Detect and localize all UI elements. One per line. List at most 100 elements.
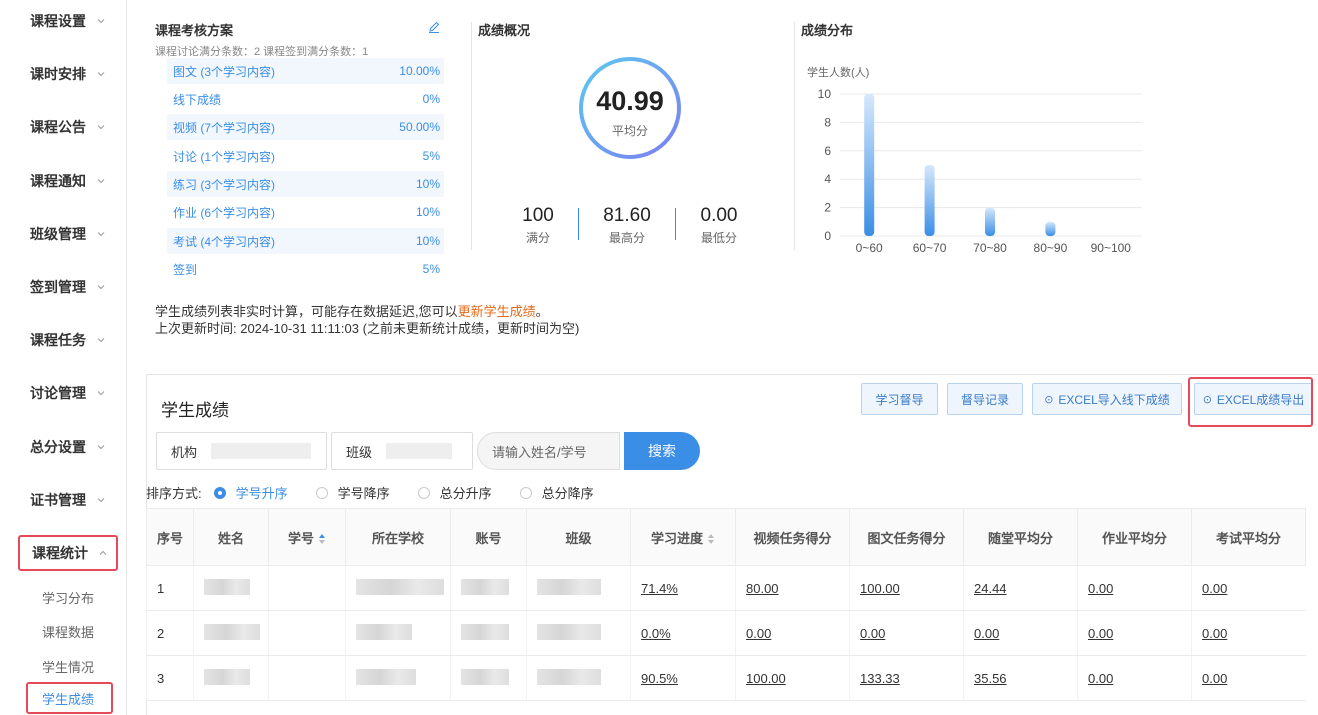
distribution-title: 成绩分布 bbox=[801, 23, 854, 38]
grades-table: 序号 姓名 学号 所在学校 账号 班级 学习进度 视频任务得分 图文任务得分 随… bbox=[146, 508, 1306, 701]
plan-row: 视频 (7个学习内容) 50.00% bbox=[167, 114, 444, 140]
y-tick-label: 6 bbox=[824, 144, 831, 158]
sort-total-desc-radio[interactable]: 总分降序 bbox=[519, 483, 594, 502]
text-score-link[interactable]: 100.00 bbox=[860, 581, 900, 596]
sidebar-sub-student-status[interactable]: 学生情况 bbox=[42, 657, 94, 676]
video-score-link[interactable]: 80.00 bbox=[746, 581, 779, 596]
masked-school bbox=[356, 623, 412, 640]
column-header-progress[interactable]: 学习进度 bbox=[630, 508, 736, 566]
sidebar-item-total-score[interactable]: 总分设置 bbox=[18, 431, 118, 463]
x-tick-label: 0~60 bbox=[856, 241, 883, 255]
x-tick-label: 70~80 bbox=[973, 241, 1007, 255]
sidebar-item-tasks[interactable]: 课程任务 bbox=[18, 324, 118, 356]
column-header: 姓名 bbox=[193, 508, 269, 566]
sort-label: 排序方式: bbox=[146, 486, 202, 501]
grades-title: 学生成绩 bbox=[161, 401, 229, 420]
plan-note: 课程讨论满分条数：2 课程签到满分条数：1 bbox=[155, 46, 369, 58]
video-score-link[interactable]: 100.00 bbox=[746, 671, 786, 686]
y-tick-label: 8 bbox=[824, 115, 831, 129]
plan-row: 讨论 (1个学习内容) 5% bbox=[173, 149, 440, 164]
sidebar-item-course-stats[interactable]: 课程统计 bbox=[18, 535, 118, 571]
search-input[interactable]: 请输入姓名/学号 bbox=[477, 432, 620, 470]
sidebar-sub-student-grades[interactable]: 学生成绩 bbox=[26, 682, 113, 714]
progress-link[interactable]: 90.5% bbox=[641, 671, 678, 686]
x-tick-label: 80~90 bbox=[1034, 241, 1068, 255]
quiz-score-link[interactable]: 35.56 bbox=[974, 671, 1007, 686]
sidebar-item-label: 班级管理 bbox=[30, 226, 86, 242]
column-header: 班级 bbox=[526, 508, 631, 566]
masked-name bbox=[204, 668, 250, 685]
sidebar-sub-learning-distribution[interactable]: 学习分布 bbox=[42, 588, 94, 607]
masked-school bbox=[356, 668, 416, 685]
supervise-button[interactable]: 学习督导 bbox=[861, 383, 938, 415]
supervise-log-button[interactable]: 督导记录 bbox=[947, 383, 1023, 415]
search-button[interactable]: 搜索 bbox=[624, 432, 700, 470]
sidebar-item-course-settings[interactable]: 课程设置 bbox=[18, 5, 118, 37]
sidebar-item-notification[interactable]: 课程通知 bbox=[18, 165, 118, 197]
bar bbox=[1045, 221, 1056, 236]
video-score-link[interactable]: 0.00 bbox=[746, 626, 771, 641]
sort-id-desc-radio[interactable]: 学号降序 bbox=[315, 483, 390, 502]
sort-icon[interactable] bbox=[707, 533, 715, 545]
sidebar-item-label: 课程任务 bbox=[30, 332, 86, 348]
masked-account bbox=[461, 668, 509, 685]
homework-score-link[interactable]: 0.00 bbox=[1088, 671, 1113, 686]
quiz-score-link[interactable]: 24.44 bbox=[974, 581, 1007, 596]
progress-link[interactable]: 0.0% bbox=[641, 626, 671, 641]
column-header: 作业平均分 bbox=[1077, 508, 1192, 566]
update-notice: 学生成绩列表非实时计算，可能存在数据延迟,您可以更新学生成绩。 上次更新时间: … bbox=[155, 304, 580, 336]
bar bbox=[864, 94, 875, 236]
sidebar-item-certificate[interactable]: 证书管理 bbox=[18, 484, 118, 516]
x-tick-label: 60~70 bbox=[913, 241, 947, 255]
homework-score-link[interactable]: 0.00 bbox=[1088, 581, 1113, 596]
exam-score-link[interactable]: 0.00 bbox=[1202, 581, 1227, 596]
sidebar-sub-course-data[interactable]: 课程数据 bbox=[42, 622, 94, 641]
y-tick-label: 4 bbox=[824, 172, 831, 186]
table-header: 序号 姓名 学号 所在学校 账号 班级 学习进度 视频任务得分 图文任务得分 随… bbox=[146, 508, 1306, 566]
sidebar-item-checkin[interactable]: 签到管理 bbox=[18, 271, 118, 303]
table-row: 3 90.5% 100.00 133.33 35.56 0.00 0.00 bbox=[146, 655, 1306, 701]
text-score-link[interactable]: 133.33 bbox=[860, 671, 900, 686]
masked-name bbox=[204, 623, 260, 640]
chevron-down-icon bbox=[97, 445, 105, 450]
table-row: 1 71.4% 80.00 100.00 24.44 0.00 0.00 bbox=[146, 565, 1306, 611]
stat-min: 0.00 最低分 bbox=[700, 205, 738, 245]
homework-score-link[interactable]: 0.00 bbox=[1088, 626, 1113, 641]
sidebar-item-label: 签到管理 bbox=[30, 279, 86, 295]
last-update-time: 上次更新时间: 2024-10-31 11:11:03 (之前未更新统计成绩，更… bbox=[155, 321, 580, 336]
sidebar-item-discussion[interactable]: 讨论管理 bbox=[18, 377, 118, 409]
import-offline-button[interactable]: ⊙ EXCEL导入线下成绩 bbox=[1032, 383, 1182, 415]
chevron-down-icon bbox=[97, 179, 105, 184]
column-header-student-id[interactable]: 学号 bbox=[268, 508, 346, 566]
sidebar-item-label: 课时安排 bbox=[30, 66, 86, 82]
class-select[interactable]: 班级 bbox=[331, 432, 473, 470]
update-grades-link[interactable]: 更新学生成绩 bbox=[458, 304, 536, 319]
average-score-label: 平均分 bbox=[611, 124, 648, 138]
sidebar-item-class-management[interactable]: 班级管理 bbox=[18, 218, 118, 250]
quiz-score-link[interactable]: 0.00 bbox=[974, 626, 999, 641]
masked-account bbox=[461, 578, 509, 595]
sort-options: 排序方式: 学号升序 学号降序 总分升序 总分降序 bbox=[146, 483, 622, 502]
sidebar-item-label: 讨论管理 bbox=[30, 385, 86, 401]
edit-icon[interactable] bbox=[427, 20, 441, 34]
sort-icon[interactable] bbox=[318, 533, 326, 545]
sort-total-asc-radio[interactable]: 总分升序 bbox=[417, 483, 492, 502]
progress-link[interactable]: 71.4% bbox=[641, 581, 678, 596]
column-header: 序号 bbox=[146, 508, 194, 566]
org-select[interactable]: 机构 bbox=[156, 432, 327, 470]
sidebar-item-label: 课程通知 bbox=[30, 173, 86, 189]
sidebar-item-label: 课程统计 bbox=[32, 545, 88, 561]
overview-title: 成绩概况 bbox=[478, 23, 531, 38]
sidebar-item-announcement[interactable]: 课程公告 bbox=[18, 111, 118, 143]
sidebar-item-schedule[interactable]: 课时安排 bbox=[18, 58, 118, 90]
masked-class bbox=[537, 623, 601, 640]
exam-score-link[interactable]: 0.00 bbox=[1202, 626, 1227, 641]
sort-id-asc-radio[interactable]: 学号升序 bbox=[213, 483, 288, 502]
stat-full: 100 满分 bbox=[522, 205, 554, 245]
sidebar-item-label: 总分设置 bbox=[30, 439, 86, 455]
exam-score-link[interactable]: 0.00 bbox=[1202, 671, 1227, 686]
plan-row: 练习 (3个学习内容) 10% bbox=[167, 171, 444, 197]
sidebar-item-label: 证书管理 bbox=[30, 492, 86, 508]
text-score-link[interactable]: 0.00 bbox=[860, 626, 885, 641]
export-highlight bbox=[1188, 377, 1313, 427]
